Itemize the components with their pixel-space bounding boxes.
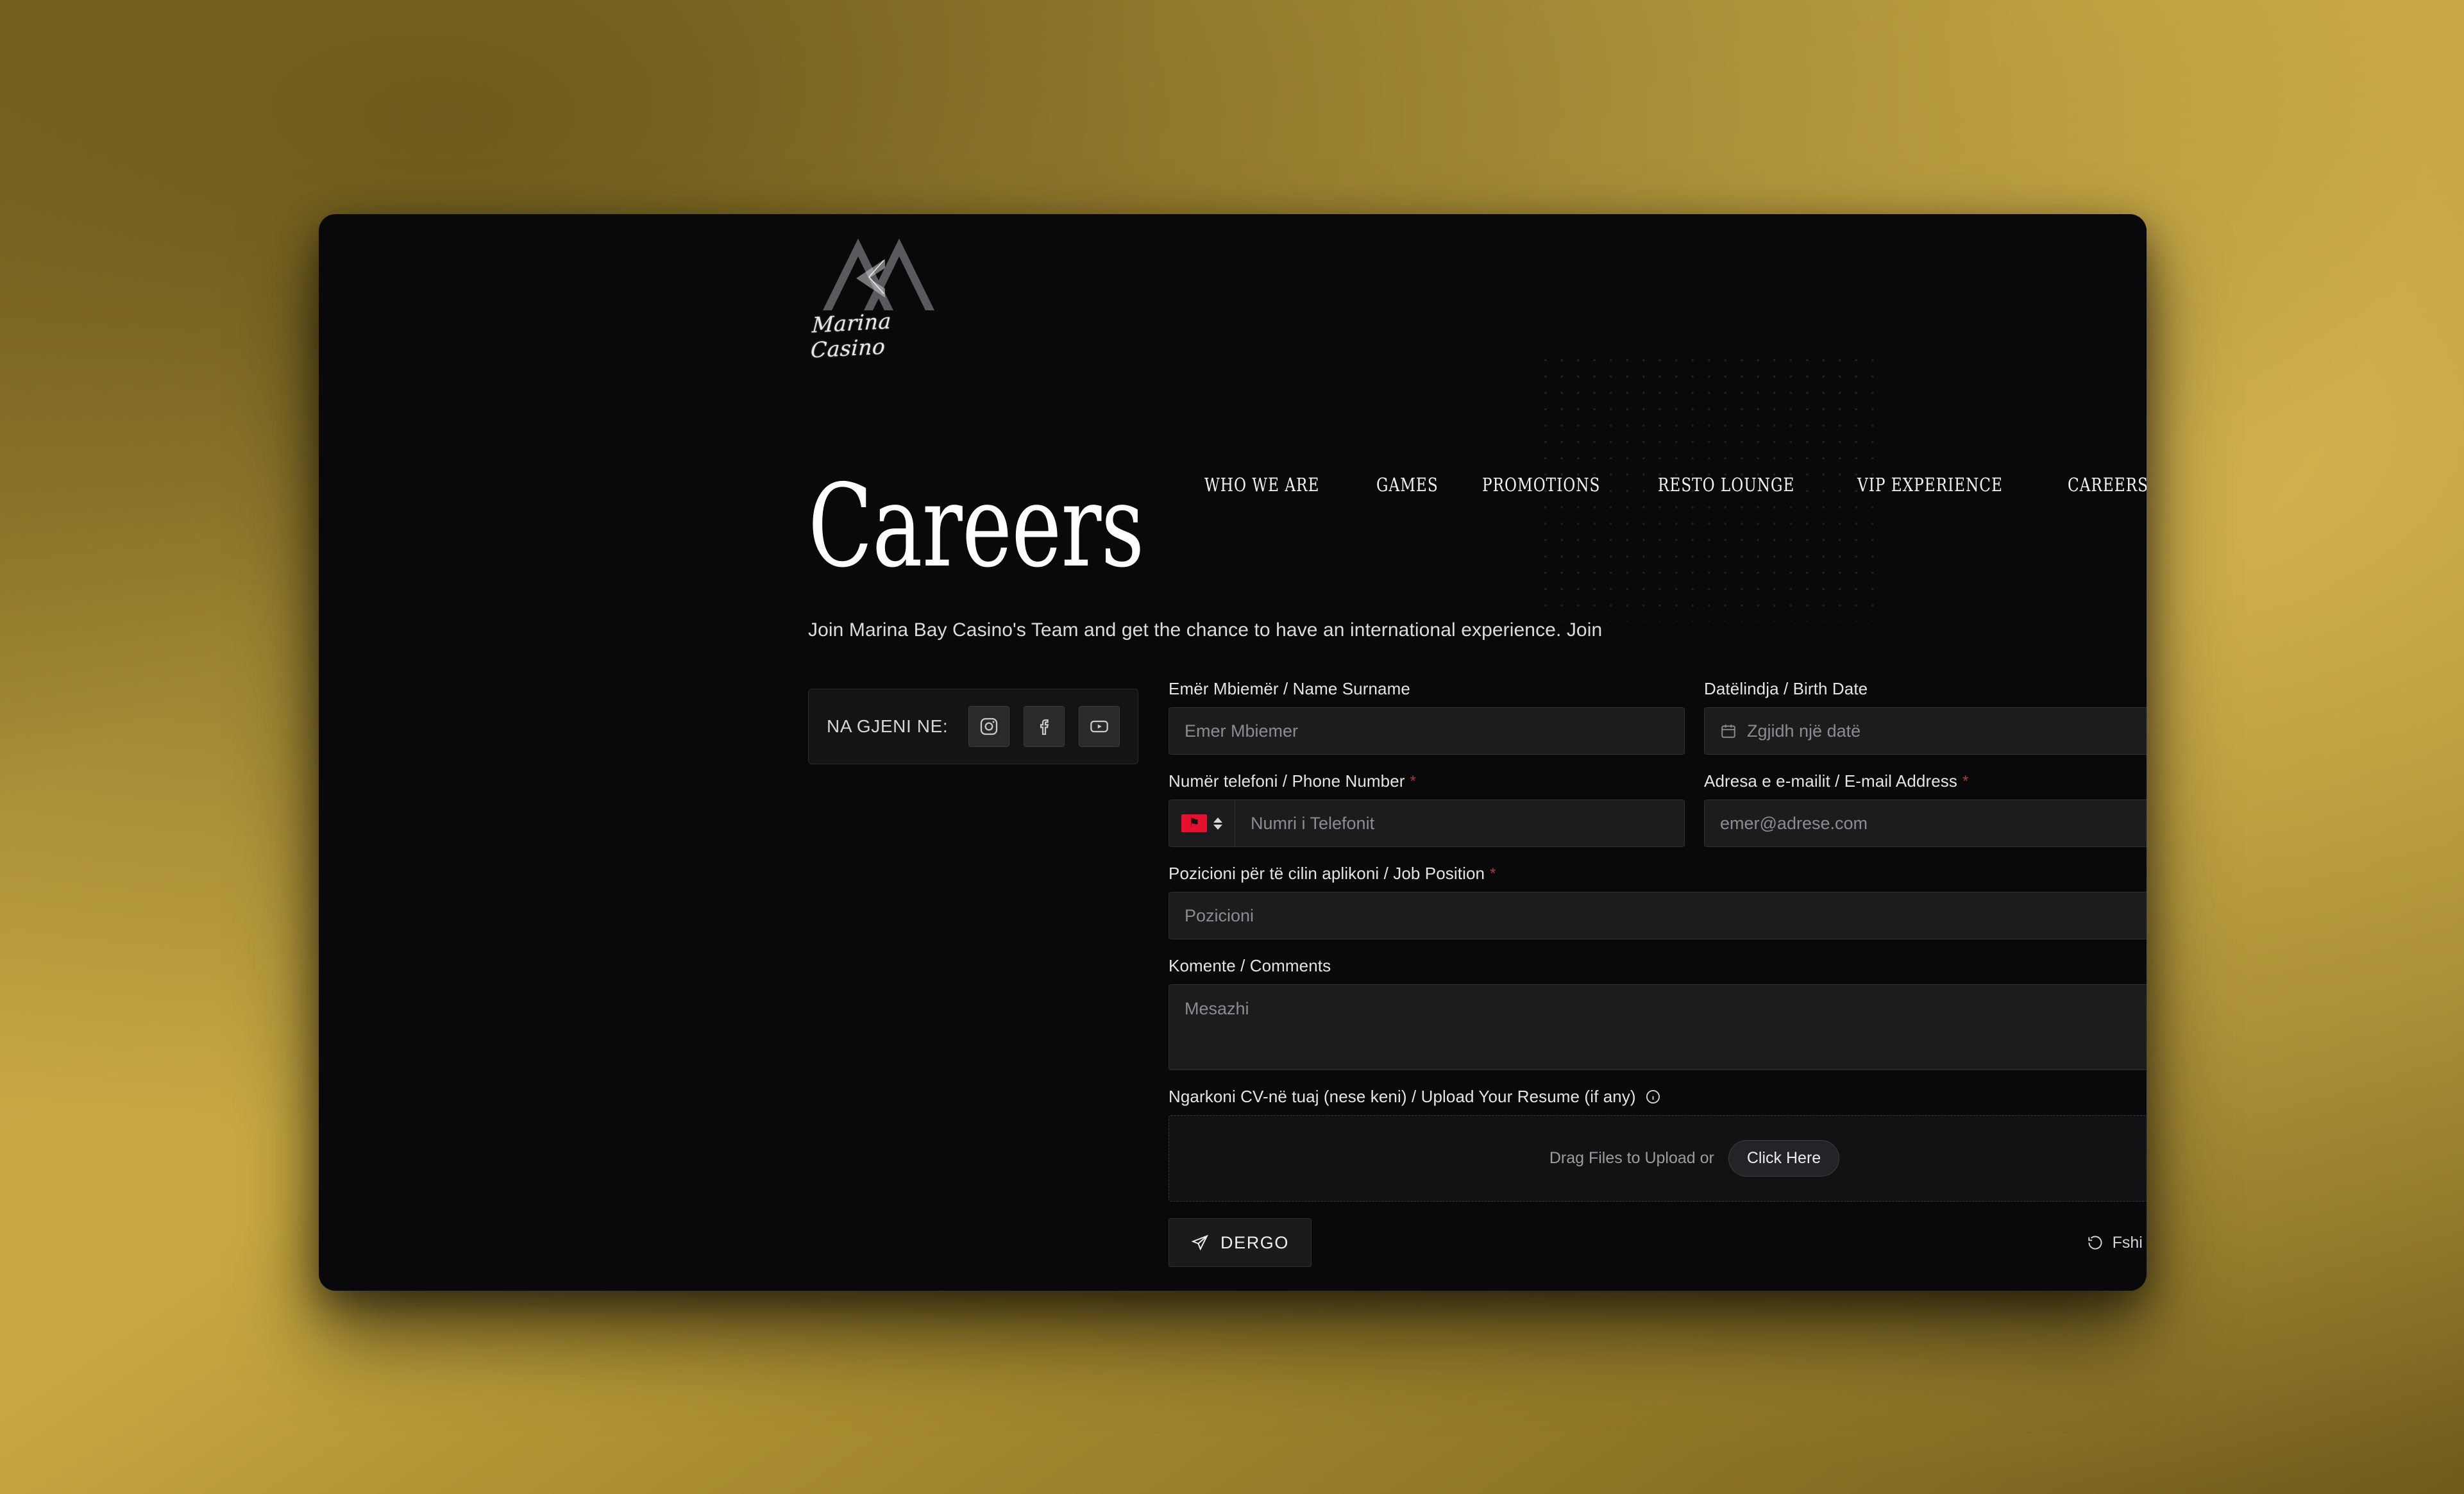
careers-form: Emër Mbiemër / Name Surname Emer Mbiemer… [1169,679,2147,1291]
field-resume-label-text: Ngarkoni CV-në tuaj (nese keni) / Upload… [1169,1087,1636,1106]
nav-item-careers[interactable]: CAREERS [2068,474,2147,496]
field-phone-label-text: Numër telefoni / Phone Number [1169,771,1405,791]
social-links-box: NA GJENI NE: [808,689,1138,764]
facebook-icon [1034,716,1054,737]
info-icon[interactable] [1645,1089,1661,1105]
birthdate-placeholder: Zgjidh një datë [1747,721,1861,741]
social-label: NA GJENI NE: [827,716,949,736]
field-email-label: Adresa e e-mailit / E-mail Address * [1704,771,2147,791]
youtube-icon [1089,716,1110,737]
social-icon-list [968,706,1120,747]
position-required-mark: * [1490,864,1496,882]
comments-textarea[interactable]: Mesazhi [1169,984,2147,1070]
field-resume-label: Ngarkoni CV-në tuaj (nese keni) / Upload… [1169,1087,2147,1107]
field-name-label-text: Emër Mbiemër / Name Surname [1169,679,1410,698]
submit-button-label: DERGO [1220,1232,1290,1252]
nav-item-games[interactable]: GAMES [1376,474,1439,496]
field-phone-label: Numër telefoni / Phone Number * [1169,771,1685,791]
field-comments-label: Komente / Comments [1169,956,2147,976]
field-resume: Ngarkoni CV-në tuaj (nese keni) / Upload… [1169,1087,2147,1202]
name-input[interactable]: Emer Mbiemer [1169,707,1685,755]
field-email-label-text: Adresa e e-mailit / E-mail Address [1704,771,1957,791]
dropzone-text: Drag Files to Upload or [1549,1149,1714,1167]
reset-icon [2087,1234,2104,1251]
youtube-link[interactable] [1079,706,1120,747]
instagram-link[interactable] [968,706,1010,747]
nav-item-who-we-are[interactable]: WHO WE ARE [1204,474,1319,496]
site-header [319,214,2147,330]
phone-input[interactable]: Numri i Telefonit [1235,800,1684,846]
position-input[interactable]: Pozicioni [1169,892,2147,939]
field-birthdate-label-text: Datëlindja / Birth Date [1704,679,1868,698]
mountain-monogram-logo-icon [818,232,940,314]
logo-wordmark: Marina Casino [810,308,892,363]
field-name: Emër Mbiemër / Name Surname Emer Mbiemer [1169,679,1685,755]
browser-window: Marina Casino WHO WE ARE GAMES PROMOTION… [319,214,2147,1291]
field-email: Adresa e e-mailit / E-mail Address * eme… [1704,771,2147,847]
email-required-mark: * [1962,772,1969,790]
email-input[interactable]: emer@adrese.com [1704,800,2147,847]
calendar-icon [1720,723,1737,739]
field-birthdate: Datëlindja / Birth Date Zgjidh një datë [1704,679,2147,755]
nav-item-promotions[interactable]: PROMOTIONS [1482,474,1600,496]
phone-input-group: ⚑ Numri i Telefonit [1169,800,1685,847]
reset-form-button[interactable]: Fshi te dhenat [2087,1234,2147,1252]
form-col-birthdate: Datëlindja / Birth Date Zgjidh një datë [1704,679,2147,771]
form-col-email: Adresa e e-mailit / E-mail Address * eme… [1704,771,2147,864]
birthdate-input[interactable]: Zgjidh një datë [1704,707,2147,755]
country-stepper-icon [1213,817,1222,830]
field-comments: Komente / Comments Mesazhi [1169,956,2147,1070]
reset-form-label: Fshi te dhenat [2112,1233,2147,1252]
field-position-label: Pozicioni për të cilin aplikoni / Job Po… [1169,864,2147,884]
field-position-label-text: Pozicioni për të cilin aplikoni / Job Po… [1169,864,1485,883]
form-row-2: Numër telefoni / Phone Number * ⚑ Numri … [1169,771,2147,864]
resume-dropzone[interactable]: Drag Files to Upload or Click Here [1169,1115,2147,1202]
form-actions: DERGO Fshi te dhenat [1169,1218,2147,1267]
field-comments-label-text: Komente / Comments [1169,956,1331,975]
click-here-button[interactable]: Click Here [1728,1140,1840,1177]
phone-required-mark: * [1410,772,1416,790]
form-col-phone: Numër telefoni / Phone Number * ⚑ Numri … [1169,771,1685,864]
form-col-name: Emër Mbiemër / Name Surname Emer Mbiemer [1169,679,1685,771]
country-code-selector[interactable]: ⚑ [1169,800,1235,846]
page-subtitle: Join Marina Bay Casino's Team and get th… [808,619,1603,641]
page-title: Careers [808,460,1144,592]
facebook-link[interactable] [1024,706,1065,747]
field-position: Pozicioni për të cilin aplikoni / Job Po… [1169,864,2147,939]
field-birthdate-label: Datëlindja / Birth Date [1704,679,2147,699]
instagram-icon [979,716,999,737]
field-name-label: Emër Mbiemër / Name Surname [1169,679,1685,699]
field-phone: Numër telefoni / Phone Number * ⚑ Numri … [1169,771,1685,847]
main-navigation: WHO WE ARE GAMES PROMOTIONS RESTO LOUNGE… [1204,474,2147,496]
nav-item-resto-lounge[interactable]: RESTO LOUNGE [1658,474,1794,496]
submit-button[interactable]: DERGO [1169,1218,1312,1267]
nav-item-vip-experience[interactable]: VIP EXPERIENCE [1857,474,2003,496]
form-row-1: Emër Mbiemër / Name Surname Emer Mbiemer… [1169,679,2147,771]
albania-flag-icon: ⚑ [1181,814,1207,832]
comments-placeholder: Mesazhi [1185,999,1249,1018]
send-icon [1191,1234,1209,1252]
site-logo[interactable]: Marina Casino [810,232,946,363]
